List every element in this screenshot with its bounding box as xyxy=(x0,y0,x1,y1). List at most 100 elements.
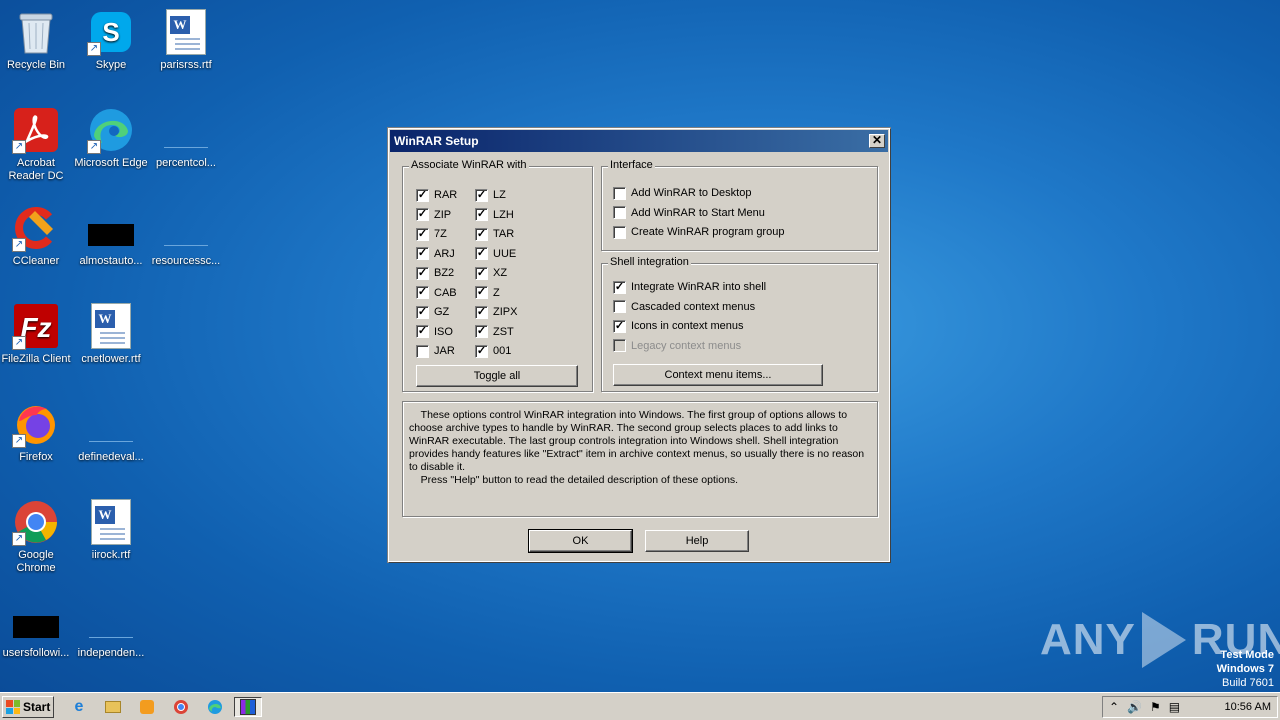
desktop-icon-skype[interactable]: S ↗ Skype xyxy=(73,8,149,92)
checkbox[interactable]: ✓ xyxy=(416,227,429,241)
checkbox[interactable]: ✓ xyxy=(416,305,429,319)
assoc-iso-checkbox[interactable]: ✓ ISO xyxy=(416,324,453,340)
assoc-gz-checkbox[interactable]: ✓ GZ xyxy=(416,304,449,320)
firefox-icon: ↗ xyxy=(12,400,60,448)
desktop-icon-ccleaner[interactable]: ↗ CCleaner xyxy=(0,204,74,288)
network-icon[interactable]: ▤ xyxy=(1169,700,1180,714)
desktop-icon-almostauto[interactable]: almostauto... xyxy=(73,204,149,288)
taskbar-winrar-icon[interactable] xyxy=(234,697,262,717)
action-center-icon[interactable]: ⚑ xyxy=(1150,700,1161,714)
taskbar-ie-icon[interactable]: e xyxy=(68,697,90,717)
desktop-icon-chrome[interactable]: ↗ Google Chrome xyxy=(0,498,74,582)
toggle-all-button[interactable]: Toggle all xyxy=(416,365,578,387)
show-hidden-icons-icon[interactable]: ⌃ xyxy=(1109,700,1119,714)
assoc-tar-checkbox[interactable]: ✓ TAR xyxy=(475,226,514,242)
shell-option-3-checkbox: Legacy context menus xyxy=(613,338,741,354)
shortcut-arrow-icon: ↗ xyxy=(12,532,26,546)
associate-group: Associate WinRAR with ✓ RAR ✓ ZIP ✓ 7Z ✓ ARJ ✓ BZ… xyxy=(402,159,593,392)
checkbox[interactable]: ✓ xyxy=(416,247,429,260)
taskbar-chrome-icon[interactable] xyxy=(170,697,192,717)
assoc-zipx-checkbox[interactable]: ✓ ZIPX xyxy=(475,304,517,320)
checkbox[interactable]: ✓ xyxy=(613,319,626,333)
checkbox-label: BZ2 xyxy=(434,267,455,279)
desktop-icon-edge[interactable]: ↗ Microsoft Edge xyxy=(73,106,149,190)
assoc-z-checkbox[interactable]: ✓ Z xyxy=(475,285,500,301)
checkbox[interactable] xyxy=(613,300,626,313)
desktop-icon-independen[interactable]: independen... xyxy=(73,596,149,680)
checkbox[interactable]: ✓ xyxy=(416,208,429,221)
checkbox[interactable]: ✓ xyxy=(416,286,429,299)
assoc-jar-checkbox[interactable]: JAR xyxy=(416,343,455,359)
assoc-001-checkbox[interactable]: ✓ 001 xyxy=(475,343,511,359)
interface-group: Interface Add WinRAR to Desktop Add WinRA… xyxy=(601,159,878,251)
assoc-uue-checkbox[interactable]: ✓ UUE xyxy=(475,246,516,262)
checkbox[interactable]: ✓ xyxy=(475,266,488,280)
checkbox-label: XZ xyxy=(493,267,508,279)
start-button[interactable]: Start xyxy=(2,696,54,718)
checkbox[interactable] xyxy=(613,186,626,200)
assoc-lzh-checkbox[interactable]: ✓ LZH xyxy=(475,207,514,223)
context-menu-items-button[interactable]: Context menu items... xyxy=(613,364,823,386)
checkbox[interactable]: ✓ xyxy=(475,227,488,241)
desktop-icon-parisrss[interactable]: W parisrss.rtf xyxy=(148,8,224,92)
blank-file-icon xyxy=(87,400,135,448)
assoc-7z-checkbox[interactable]: ✓ 7Z xyxy=(416,226,447,242)
shell-option-0-checkbox[interactable]: ✓ Integrate WinRAR into shell xyxy=(613,279,766,295)
taskbar-explorer-icon[interactable] xyxy=(102,697,124,717)
desktop-icon-filezilla[interactable]: Fz ↗ FileZilla Client xyxy=(0,302,74,386)
interface-option-2-checkbox[interactable]: Create WinRAR program group xyxy=(613,224,784,240)
checkbox[interactable]: ✓ xyxy=(416,325,429,338)
desktop-icon-iirock[interactable]: W iirock.rtf xyxy=(73,498,149,582)
taskbar-edge-icon[interactable] xyxy=(204,697,226,717)
checkbox[interactable] xyxy=(613,225,626,239)
volume-icon[interactable]: 🔊 xyxy=(1127,700,1142,714)
desktop-icon-recycle-bin[interactable]: Recycle Bin xyxy=(0,8,74,92)
shell-option-2-checkbox[interactable]: ✓ Icons in context menus xyxy=(613,318,744,334)
desktop-icon-firefox[interactable]: ↗ Firefox xyxy=(0,400,74,484)
checkbox-label: JAR xyxy=(434,345,455,357)
desktop-icon-percentcol[interactable]: percentcol... xyxy=(148,106,224,190)
checkbox[interactable]: ✓ xyxy=(475,325,488,338)
desktop-icon-resourcessc[interactable]: resourcessc... xyxy=(148,204,224,288)
desktop-icon-definedeval[interactable]: definedeval... xyxy=(73,400,149,484)
help-button[interactable]: Help xyxy=(645,530,749,552)
desktop-icon-acrobat[interactable]: ↗ Acrobat Reader DC xyxy=(0,106,74,190)
checkbox[interactable]: ✓ xyxy=(475,208,488,221)
dialog-titlebar[interactable]: WinRAR Setup ✕ xyxy=(390,130,888,152)
checkbox-label: Create WinRAR program group xyxy=(631,226,785,238)
taskbar-media-player-icon[interactable] xyxy=(136,697,158,717)
assoc-rar-checkbox[interactable]: ✓ RAR xyxy=(416,187,457,203)
checkbox[interactable]: ✓ xyxy=(613,280,626,294)
checkbox[interactable]: ✓ xyxy=(416,188,429,202)
checkbox[interactable]: ✓ xyxy=(416,266,429,280)
checkbox[interactable]: ✓ xyxy=(475,188,488,202)
checkbox-label: 7Z xyxy=(434,228,447,240)
checkbox[interactable]: ✓ xyxy=(475,344,488,358)
close-button[interactable]: ✕ xyxy=(869,134,885,148)
clock[interactable]: 10:56 AM xyxy=(1225,701,1271,713)
black-file-icon xyxy=(87,204,135,252)
assoc-zst-checkbox[interactable]: ✓ ZST xyxy=(475,324,514,340)
checkbox[interactable]: ✓ xyxy=(475,286,488,299)
assoc-xz-checkbox[interactable]: ✓ XZ xyxy=(475,265,507,281)
assoc-arj-checkbox[interactable]: ✓ ARJ xyxy=(416,246,455,262)
assoc-cab-checkbox[interactable]: ✓ CAB xyxy=(416,285,457,301)
interface-option-1-checkbox[interactable]: Add WinRAR to Start Menu xyxy=(613,205,765,221)
checkbox[interactable]: ✓ xyxy=(475,305,488,319)
checkbox[interactable]: ✓ xyxy=(475,247,488,260)
checkbox-label: LZH xyxy=(493,208,514,221)
interface-option-0-checkbox[interactable]: Add WinRAR to Desktop xyxy=(613,185,751,201)
checkbox[interactable] xyxy=(416,344,429,358)
recycle-bin-icon xyxy=(12,8,60,56)
blank-file-icon xyxy=(162,106,210,154)
assoc-bz2-checkbox[interactable]: ✓ BZ2 xyxy=(416,265,454,281)
checkbox-label: Add WinRAR to Desktop xyxy=(631,187,752,199)
shell-option-1-checkbox[interactable]: Cascaded context menus xyxy=(613,299,755,315)
desktop-icon-usersfollowi[interactable]: usersfollowi... xyxy=(0,596,74,680)
desktop-icon-cnetlower[interactable]: W cnetlower.rtf xyxy=(73,302,149,386)
ok-button[interactable]: OK xyxy=(528,529,633,553)
assoc-lz-checkbox[interactable]: ✓ LZ xyxy=(475,187,506,203)
winrar-setup-dialog: WinRAR Setup ✕ Associate WinRAR with ✓ RA… xyxy=(388,128,890,562)
assoc-zip-checkbox[interactable]: ✓ ZIP xyxy=(416,207,451,223)
checkbox[interactable] xyxy=(613,206,626,219)
